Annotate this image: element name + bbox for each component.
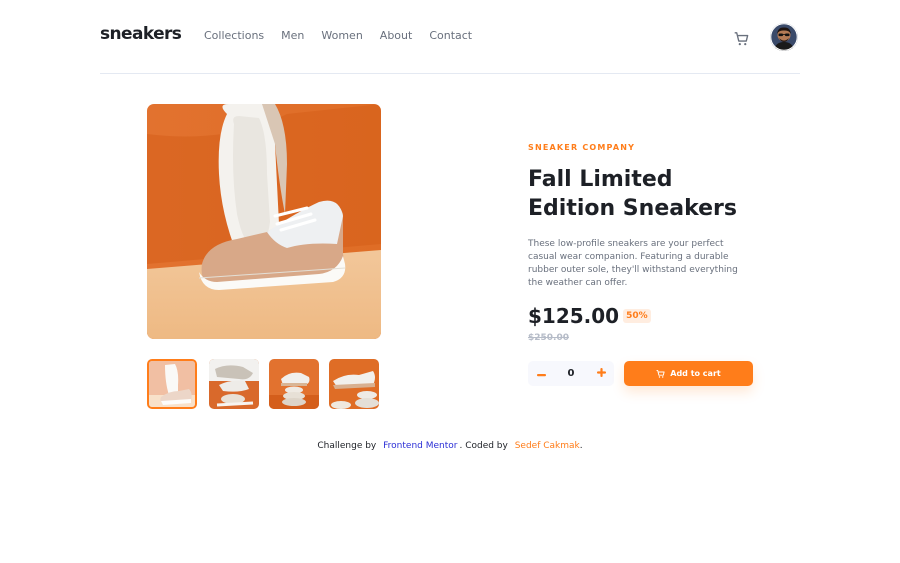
nav-women[interactable]: Women — [321, 29, 362, 42]
frontend-mentor-link[interactable]: Frontend Mentor — [383, 441, 457, 451]
original-price: $250.00 — [528, 333, 569, 343]
product-title: Fall Limited Edition Sneakers — [528, 167, 737, 221]
cart-icon — [656, 369, 665, 378]
product-description: These low-profile sneakers are your perf… — [528, 239, 738, 288]
main-nav: Collections Men Women About Contact — [204, 29, 489, 42]
discount-badge: 50% — [623, 309, 651, 323]
attribution-suffix: . — [579, 441, 583, 451]
price-row: $125.00 50% — [528, 304, 651, 328]
plus-icon[interactable] — [594, 361, 608, 386]
attribution-prefix: Challenge by — [317, 441, 377, 451]
cart-icon[interactable] — [734, 31, 750, 47]
thumbnail-1[interactable] — [147, 359, 197, 409]
nav-contact[interactable]: Contact — [429, 29, 472, 42]
quantity-value[interactable]: 0 — [568, 368, 575, 379]
thumbnail-selected-overlay — [149, 361, 195, 407]
site-header: sneakers Collections Men Women About Con… — [100, 0, 800, 74]
nav-about[interactable]: About — [380, 29, 413, 42]
thumbnail-3[interactable] — [269, 359, 319, 409]
product-info: SNEAKER COMPANY Fall Limited Edition Sne… — [528, 143, 758, 290]
nav-men[interactable]: Men — [281, 29, 304, 42]
add-to-cart-label: Add to cart — [670, 369, 721, 378]
current-price: $125.00 — [528, 304, 620, 328]
quantity-stepper: 0 — [528, 361, 614, 386]
main-product-image[interactable] — [147, 104, 381, 339]
logo[interactable]: sneakers — [100, 24, 182, 44]
attribution-middle: . Coded by — [459, 441, 508, 451]
avatar[interactable] — [770, 23, 798, 51]
minus-icon[interactable] — [534, 361, 548, 386]
add-to-cart-button[interactable]: Add to cart — [624, 361, 753, 386]
thumbnail-4[interactable] — [329, 359, 379, 409]
author-link[interactable]: Sedef Cakmak — [515, 441, 580, 451]
nav-collections[interactable]: Collections — [204, 29, 264, 42]
company-name: SNEAKER COMPANY — [528, 143, 636, 152]
attribution: Challenge by Frontend Mentor. Coded by S… — [0, 441, 900, 451]
thumbnail-2[interactable] — [209, 359, 259, 409]
